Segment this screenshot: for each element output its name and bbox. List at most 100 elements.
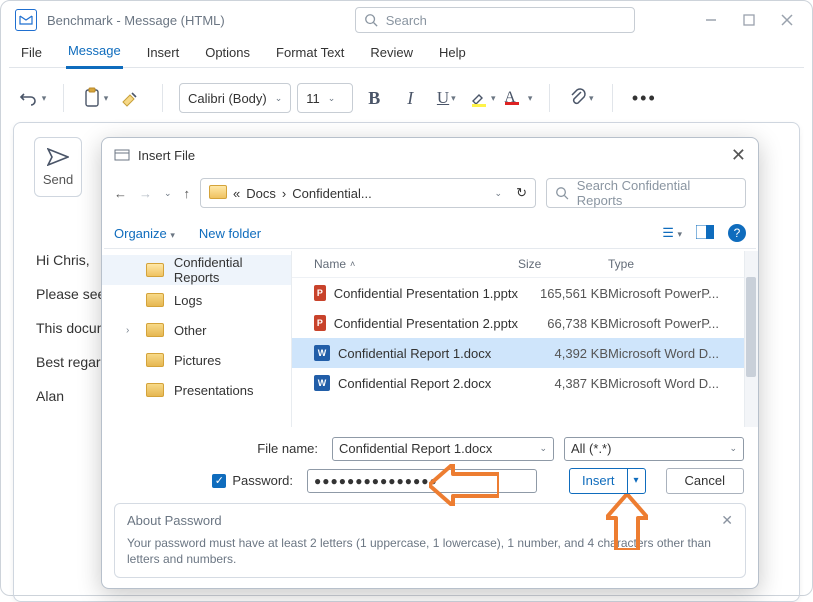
file-name: Confidential Report 1.docx (338, 346, 491, 361)
dialog-search-placeholder: Search Confidential Reports (577, 178, 737, 208)
dialog-body: Confidential Reports Logs › Other Pictures Pr… (102, 251, 758, 427)
dialog-titlebar: Insert File ✕ (102, 138, 758, 172)
expand-icon: › (126, 325, 136, 336)
folder-icon (146, 323, 164, 337)
font-name-select[interactable]: Calibri (Body)⌄ (179, 83, 291, 113)
file-row[interactable]: W Confidential Report 1.docx 4,392 KBMicro… (292, 338, 758, 368)
tree-item[interactable]: Logs (102, 285, 291, 315)
about-password-title: About Password (127, 513, 222, 528)
help-button[interactable]: ? (728, 224, 746, 242)
view-options-button[interactable]: ☰ ▾ (662, 225, 682, 241)
dialog-toolbar: Organize ▾ New folder ☰ ▾ ? (102, 218, 758, 248)
file-size: 165,561 KB (518, 286, 608, 301)
tree-item-label: Logs (174, 293, 202, 308)
col-name[interactable]: Name ˄ (314, 257, 518, 271)
minimize-button[interactable] (694, 7, 728, 33)
ribbon-overflow[interactable]: ••• (629, 82, 659, 114)
file-name: Confidential Presentation 2.pptx (334, 316, 518, 331)
insert-button[interactable]: Insert ▾ (569, 468, 646, 494)
chevron-down-icon: ⌄ (729, 443, 737, 454)
file-type: Microsoft PowerP... (608, 286, 748, 301)
folder-icon (146, 353, 164, 367)
chevron-down-icon: ⌄ (539, 443, 547, 454)
file-name: Confidential Presentation 1.pptx (334, 286, 518, 301)
underline-button[interactable]: U▾ (431, 82, 461, 114)
organize-button[interactable]: Organize ▾ (114, 226, 175, 241)
dialog-nav: ← → ⌄ ↑ « Docs› Confidential... ⌄ ↻ Sear… (102, 172, 758, 218)
bold-button[interactable]: B (359, 82, 389, 114)
nav-back-button[interactable]: ← (114, 186, 127, 201)
tree-item-label: Other (174, 323, 207, 338)
format-painter-button[interactable] (116, 82, 146, 114)
window-buttons (694, 7, 804, 33)
list-scrollbar[interactable] (744, 251, 758, 427)
highlight-button[interactable]: ▾ (467, 82, 497, 114)
menu-file[interactable]: File (19, 41, 44, 68)
font-color-button[interactable]: A▾ (503, 82, 533, 114)
preview-pane-button[interactable] (696, 225, 714, 242)
file-row[interactable]: P Confidential Presentation 2.pptx66,738 … (292, 308, 758, 338)
refresh-button[interactable]: ↻ (516, 185, 527, 201)
folder-icon (146, 263, 164, 277)
attach-button[interactable]: ▾ (566, 82, 596, 114)
list-header: Name ˄ Size Type (292, 251, 758, 278)
search-icon (555, 186, 569, 200)
menu-review[interactable]: Review (368, 41, 415, 68)
search-icon (364, 13, 378, 27)
word-icon: W (314, 345, 330, 361)
file-type: Microsoft Word D... (608, 346, 748, 361)
menu-message[interactable]: Message (66, 39, 123, 69)
menu-format-text[interactable]: Format Text (274, 41, 346, 68)
titlebar-search-placeholder: Search (386, 13, 427, 28)
menu-insert[interactable]: Insert (145, 41, 182, 68)
dialog-close-button[interactable]: ✕ (731, 145, 746, 166)
tree-item-label: Pictures (174, 353, 221, 368)
titlebar-search[interactable]: Search (355, 7, 635, 33)
nav-up-button[interactable]: ↑ (184, 186, 191, 201)
about-close-button[interactable]: ✕ (721, 512, 733, 529)
tree-item-label: Presentations (174, 383, 254, 398)
col-size[interactable]: Size (518, 257, 608, 271)
tree-item[interactable]: Presentations (102, 375, 291, 405)
file-size: 66,738 KB (518, 316, 608, 331)
menu-help[interactable]: Help (437, 41, 468, 68)
password-checkbox[interactable]: ✓ (212, 474, 226, 488)
breadcrumb[interactable]: « Docs› Confidential... ⌄ ↻ (200, 178, 536, 208)
powerpoint-icon: P (314, 285, 326, 301)
dialog-search[interactable]: Search Confidential Reports (546, 178, 746, 208)
italic-button[interactable]: I (395, 82, 425, 114)
send-button[interactable]: Send (34, 137, 82, 197)
file-name-label: File name: (102, 441, 322, 456)
password-input[interactable]: ●●●●●●●●●●●●●●● (307, 469, 537, 493)
close-button[interactable] (770, 7, 804, 33)
file-name-input[interactable]: Confidential Report 1.docx ⌄ (332, 437, 554, 461)
file-filter-select[interactable]: All (*.*) ⌄ (564, 437, 744, 461)
maximize-button[interactable] (732, 7, 766, 33)
paste-button[interactable]: ▾ (80, 82, 110, 114)
menu-options[interactable]: Options (203, 41, 252, 68)
file-size: 4,392 KB (518, 346, 608, 361)
about-password-text: Your password must have at least 2 lette… (127, 535, 733, 567)
folder-icon (146, 293, 164, 307)
insert-file-dialog: Insert File ✕ ← → ⌄ ↑ « Docs› Confidenti… (101, 137, 759, 589)
tree-item[interactable]: › Other (102, 315, 291, 345)
new-folder-button[interactable]: New folder (199, 226, 261, 241)
file-type: Microsoft PowerP... (608, 316, 748, 331)
powerpoint-icon: P (314, 315, 326, 331)
col-type[interactable]: Type (608, 257, 748, 271)
tree-item[interactable]: Pictures (102, 345, 291, 375)
insert-dropdown[interactable]: ▾ (627, 469, 645, 493)
nav-forward-button[interactable]: → (139, 186, 152, 201)
dialog-fields: File name: Confidential Report 1.docx ⌄ … (102, 427, 758, 499)
file-row[interactable]: P Confidential Presentation 1.pptx165,561… (292, 278, 758, 308)
file-row[interactable]: WConfidential Report 2.docx4,387 KBMicro… (292, 368, 758, 398)
nav-history-button[interactable]: ⌄ (164, 188, 172, 199)
cancel-button[interactable]: Cancel (666, 468, 744, 494)
undo-button[interactable]: ▾ (17, 82, 47, 114)
font-size-select[interactable]: 11⌄ (297, 83, 353, 113)
window-title: Benchmark - Message (HTML) (47, 13, 225, 28)
send-icon (47, 148, 69, 166)
tree-item[interactable]: Confidential Reports (102, 255, 291, 285)
file-name: Confidential Report 2.docx (338, 376, 491, 391)
folder-icon (146, 383, 164, 397)
